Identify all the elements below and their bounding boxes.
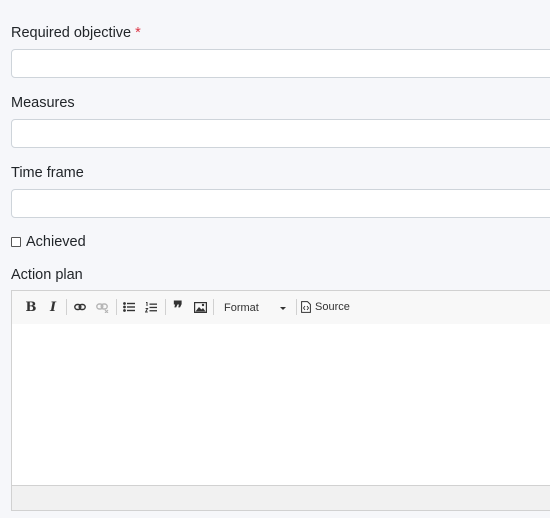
editor-content-area[interactable] <box>12 324 550 487</box>
link-button[interactable] <box>71 297 89 317</box>
objective-label: Required objective * <box>11 24 141 42</box>
bulleted-list-icon <box>123 302 135 312</box>
time-frame-input[interactable] <box>11 189 550 218</box>
bulleted-list-button[interactable] <box>120 297 138 317</box>
rich-text-editor: B I ❞ Format Source <box>11 290 550 511</box>
achieved-checkbox[interactable] <box>11 237 21 247</box>
format-dropdown-label: Format <box>224 302 259 314</box>
numbered-list-button[interactable] <box>142 297 160 317</box>
blockquote-icon: ❞ <box>173 298 183 319</box>
time-frame-label: Time frame <box>11 165 84 181</box>
source-button[interactable]: Source <box>301 297 350 317</box>
achieved-label[interactable]: Achieved <box>26 234 86 250</box>
achieved-row[interactable]: Achieved <box>11 234 86 250</box>
unlink-button[interactable] <box>93 297 111 317</box>
link-icon <box>74 303 86 311</box>
objective-input[interactable] <box>11 49 550 78</box>
italic-button[interactable]: I <box>44 297 62 317</box>
unlink-icon <box>95 302 108 313</box>
action-plan-label: Action plan <box>11 267 83 283</box>
bold-icon: B <box>25 299 37 315</box>
source-button-label: Source <box>315 301 350 313</box>
bold-button[interactable]: B <box>22 297 40 317</box>
measures-label: Measures <box>11 95 75 111</box>
toolbar-separator <box>165 299 166 315</box>
editor-toolbar: B I ❞ Format Source <box>12 291 550 325</box>
chevron-down-icon <box>280 306 286 310</box>
numbered-list-icon <box>145 301 157 312</box>
image-icon <box>193 301 207 313</box>
image-button[interactable] <box>191 297 209 317</box>
format-dropdown[interactable]: Format <box>214 298 292 318</box>
source-code-icon <box>301 301 311 313</box>
toolbar-separator <box>296 299 297 315</box>
measures-input[interactable] <box>11 119 550 148</box>
objective-label-text: Required objective <box>11 25 132 41</box>
editor-status-bar <box>12 485 550 510</box>
blockquote-button[interactable]: ❞ <box>169 297 187 319</box>
italic-icon: I <box>49 299 57 315</box>
toolbar-separator <box>66 299 67 315</box>
toolbar-separator <box>116 299 117 315</box>
required-marker: * <box>135 25 141 41</box>
